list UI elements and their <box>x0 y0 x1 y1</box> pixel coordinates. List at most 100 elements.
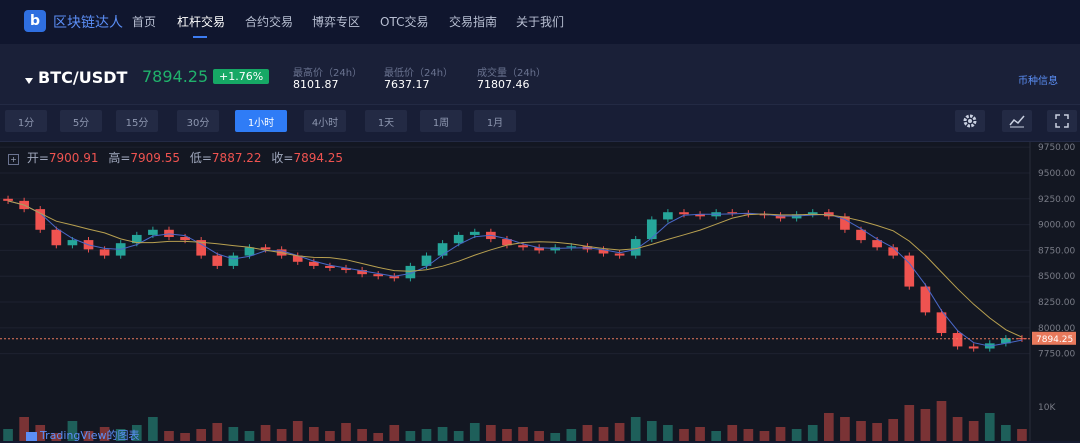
volume-bar <box>373 433 384 441</box>
volume-bar <box>164 431 174 441</box>
timeframe-30m[interactable]: 30分 <box>177 110 219 132</box>
timeframe-1h[interactable]: 1小时 <box>235 110 287 132</box>
y-tick-label: 9250.00 <box>1038 195 1075 205</box>
candle <box>148 229 158 235</box>
volume-bar <box>679 429 689 441</box>
watermark-text: TradingView的图表 <box>40 429 140 442</box>
nav-otc-trading[interactable]: OTC交易 <box>380 13 428 30</box>
volume-bar <box>566 429 577 441</box>
nav-about-us[interactable]: 关于我们 <box>516 13 564 30</box>
nav-trading-guide[interactable]: 交易指南 <box>449 13 497 30</box>
volume-24h-value: 71807.46 <box>477 78 530 91</box>
candle <box>437 243 448 256</box>
volume-bar <box>598 427 609 441</box>
volume-bar <box>341 423 351 441</box>
trading-pair[interactable]: BTC/USDT <box>38 68 127 87</box>
candle <box>679 212 689 215</box>
volume-bar <box>3 429 13 441</box>
y-tick-label: 8500.00 <box>1038 272 1075 282</box>
low-24h-value: 7637.17 <box>384 78 430 91</box>
volume-bar <box>228 427 239 441</box>
volume-bar <box>856 421 866 441</box>
volume-bar <box>663 425 673 441</box>
candle <box>614 253 625 256</box>
volume-bar <box>518 427 528 441</box>
timeframe-1mo[interactable]: 1月 <box>474 110 516 132</box>
timeframe-15m[interactable]: 15分 <box>116 110 158 132</box>
volume-bar <box>646 421 657 441</box>
volume-bar <box>630 417 641 441</box>
coin-info-link[interactable]: 币种信息 <box>1018 72 1058 87</box>
volume-bar <box>309 427 319 441</box>
volume-bar <box>968 421 979 441</box>
timeframe-1d[interactable]: 1天 <box>365 110 407 132</box>
indicator-icon[interactable] <box>1002 110 1032 132</box>
y-tick-label: 8250.00 <box>1038 298 1075 308</box>
high-24h-label: 最高价（24h） <box>293 68 363 79</box>
volume-bar <box>904 405 915 441</box>
candle <box>164 229 174 237</box>
brand-name[interactable]: 区块链达人 <box>53 12 123 32</box>
volume-bar <box>389 425 400 441</box>
y-tick-label: 8750.00 <box>1038 246 1075 256</box>
volume-bar <box>421 429 432 441</box>
volume-24h-label: 成交量（24h） <box>477 68 547 79</box>
brand-logo[interactable]: b <box>24 10 46 32</box>
candle <box>646 219 657 240</box>
candle <box>51 229 62 246</box>
gear-icon[interactable] <box>955 110 985 132</box>
current-price-tag-label: 7894.25 <box>1036 335 1073 345</box>
candle <box>244 247 255 256</box>
volume-bar <box>276 429 287 441</box>
caret-down-icon[interactable] <box>24 71 34 90</box>
volume-bar <box>212 423 223 441</box>
tradingview-logo-icon <box>26 431 37 441</box>
candle <box>453 234 464 244</box>
y-tick-label: 9500.00 <box>1038 169 1075 179</box>
volume-bar <box>1017 429 1027 441</box>
volume-bar <box>775 427 786 441</box>
volume-bar <box>292 421 303 441</box>
volume-bar <box>357 429 367 441</box>
volume-bar <box>695 427 705 441</box>
timeframe-4h[interactable]: 4小时 <box>304 110 346 132</box>
candle <box>727 212 738 214</box>
volume-bar <box>582 425 593 441</box>
volume-bar <box>711 431 721 441</box>
timeframe-1m[interactable]: 1分 <box>5 110 47 132</box>
volume-bar <box>502 429 512 441</box>
nav-margin-trading[interactable]: 杠杆交易 <box>177 13 225 30</box>
nav-active-underline <box>193 36 207 38</box>
volume-bar <box>1001 425 1011 441</box>
low-24h-label: 最低价（24h） <box>384 68 454 79</box>
candle <box>99 249 110 256</box>
candle <box>212 255 223 266</box>
volume-bar <box>840 417 850 441</box>
volume-bar <box>437 427 448 441</box>
volume-bar <box>759 431 770 441</box>
ma-line-blue <box>7 200 1023 347</box>
volume-bar <box>807 425 818 441</box>
candle <box>35 209 46 230</box>
fullscreen-icon[interactable] <box>1047 110 1077 132</box>
nav-game-zone[interactable]: 博弈专区 <box>312 13 360 30</box>
volume-bar <box>824 413 834 441</box>
candle <box>228 255 239 266</box>
candle <box>566 246 577 248</box>
timeframe-5m[interactable]: 5分 <box>60 110 102 132</box>
nav-contract-trading[interactable]: 合约交易 <box>245 13 293 30</box>
volume-bar <box>872 423 882 441</box>
nav-home[interactable]: 首页 <box>132 13 156 30</box>
volume-bar <box>196 429 206 441</box>
timeframe-1w[interactable]: 1周 <box>420 110 462 132</box>
candle <box>469 231 480 235</box>
volume-bar <box>244 431 255 441</box>
volume-bar <box>952 417 963 441</box>
price-chart[interactable]: 9750.00 9500.00 9250.00 9000.00 8750.00 8500.… <box>0 142 1080 441</box>
volume-bar <box>888 419 899 441</box>
volume-bar <box>534 431 544 441</box>
volume-bar <box>550 433 561 441</box>
high-24h-value: 8101.87 <box>293 78 339 91</box>
volume-bar <box>984 413 995 441</box>
candle <box>518 245 528 248</box>
